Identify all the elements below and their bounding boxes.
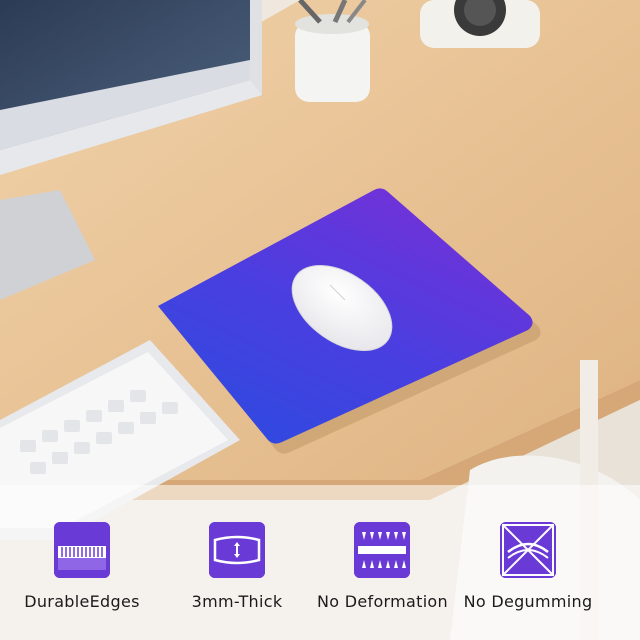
feature-label: 3mm-Thick <box>191 592 283 611</box>
feature-label: No Deformation <box>317 592 448 611</box>
feature-label: No Degumming <box>463 592 593 611</box>
thickness-icon <box>209 522 265 578</box>
feature-no-deformation: No Deformation <box>317 522 448 611</box>
feature-durable-edges: DurableEdges <box>17 522 147 611</box>
no-deformation-icon <box>354 522 410 578</box>
no-degumming-icon <box>500 522 556 578</box>
feature-no-degumming: No Degumming <box>463 522 593 611</box>
stitched-edge-icon <box>54 522 110 578</box>
feature-label: DurableEdges <box>24 592 140 611</box>
product-photo: DurableEdges 3mm-Thick No Deformation No… <box>0 0 640 640</box>
feature-thickness: 3mm-Thick <box>172 522 302 611</box>
